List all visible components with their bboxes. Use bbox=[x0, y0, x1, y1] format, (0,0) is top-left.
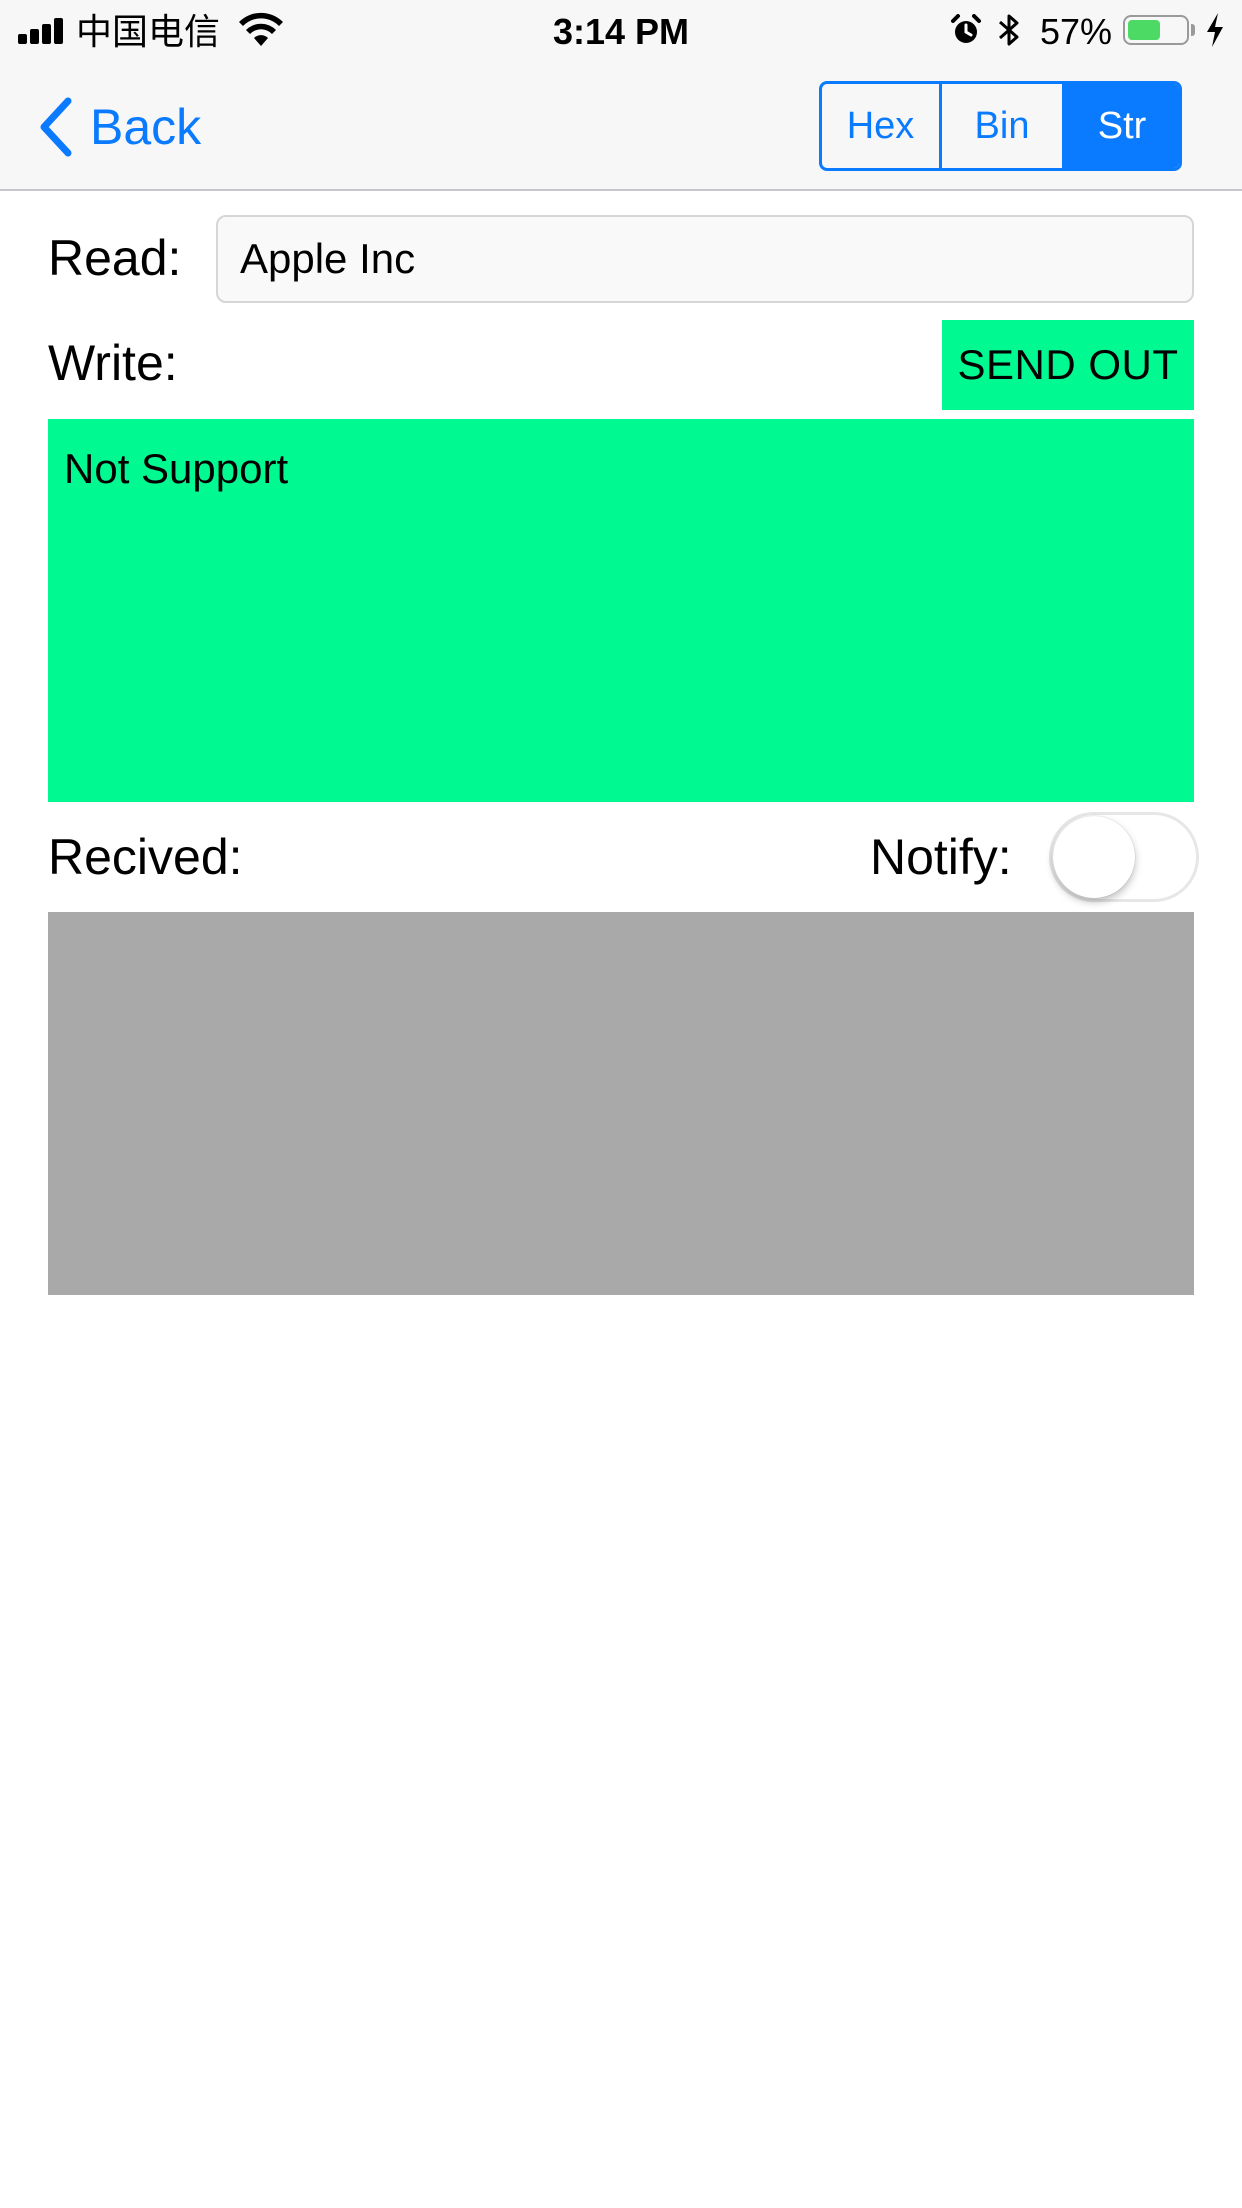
segment-hex[interactable]: Hex bbox=[822, 84, 939, 168]
battery-cap bbox=[1191, 24, 1195, 36]
segment-str[interactable]: Str bbox=[1062, 84, 1179, 168]
back-label: Back bbox=[90, 99, 202, 155]
alarm-icon bbox=[951, 14, 981, 43]
read-label: Read: bbox=[48, 230, 182, 286]
format-segmented-control: Hex Bin Str bbox=[819, 81, 1182, 171]
notify-label: Notify: bbox=[870, 829, 1012, 885]
chevron-left-icon bbox=[40, 97, 72, 157]
battery-percent: 57% bbox=[1040, 11, 1113, 52]
charging-bolt-icon bbox=[1207, 13, 1223, 47]
segment-bin[interactable]: Bin bbox=[939, 84, 1062, 168]
battery-icon bbox=[1123, 15, 1189, 45]
toggle-knob bbox=[1053, 816, 1135, 898]
read-value-field[interactable]: Apple Inc bbox=[216, 215, 1194, 303]
status-bar: 中国电信 3:14 PM 57% bbox=[0, 0, 1242, 60]
received-label: Recived: bbox=[48, 829, 243, 885]
back-button[interactable]: Back bbox=[36, 92, 201, 162]
bluetooth-icon bbox=[999, 14, 1019, 46]
send-out-button[interactable]: SEND OUT bbox=[942, 320, 1194, 410]
write-label: Write: bbox=[48, 335, 178, 391]
received-textarea[interactable] bbox=[48, 912, 1194, 1295]
battery-fill bbox=[1128, 20, 1160, 40]
write-textarea[interactable]: Not Support bbox=[48, 419, 1194, 802]
notify-toggle[interactable] bbox=[1049, 812, 1199, 902]
top-bar: 中国电信 3:14 PM 57% Back Hex Bin Str bbox=[0, 0, 1242, 191]
